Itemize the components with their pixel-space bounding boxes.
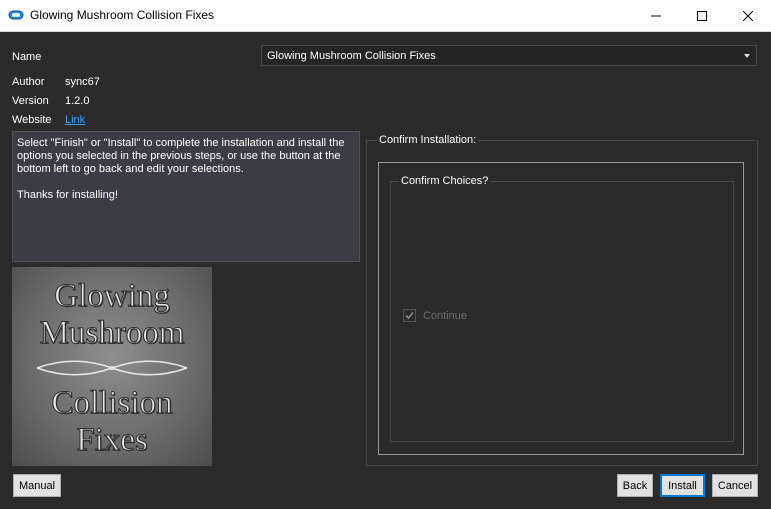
close-icon bbox=[743, 10, 753, 21]
mod-image: Glowing Mushroom Collision Fixes bbox=[12, 267, 212, 466]
image-text-fixes: Fixes bbox=[76, 422, 149, 458]
close-button[interactable] bbox=[725, 0, 771, 31]
image-text-mushroom: Mushroom bbox=[39, 315, 185, 351]
name-dropdown[interactable]: Glowing Mushroom Collision Fixes bbox=[261, 45, 757, 66]
window-title: Glowing Mushroom Collision Fixes bbox=[30, 8, 215, 22]
title-bar: Glowing Mushroom Collision Fixes bbox=[0, 0, 771, 32]
thanks-text: Thanks for installing! bbox=[17, 189, 118, 201]
version-label: Version bbox=[12, 95, 49, 107]
install-button[interactable]: Install bbox=[660, 474, 705, 497]
continue-checkbox[interactable] bbox=[403, 309, 416, 322]
minimize-icon bbox=[651, 15, 661, 16]
continue-label: Continue bbox=[423, 310, 468, 322]
name-label: Name bbox=[12, 51, 42, 63]
author-label: Author bbox=[12, 76, 45, 88]
confirm-choices-title: Confirm Choices? bbox=[399, 175, 491, 187]
author-value: sync67 bbox=[65, 76, 100, 88]
maximize-button[interactable] bbox=[679, 0, 725, 31]
ornament-divider bbox=[36, 360, 188, 376]
cancel-button[interactable]: Cancel bbox=[712, 474, 758, 497]
image-text-glowing: Glowing bbox=[54, 278, 171, 314]
confirm-installation-title: Confirm Installation: bbox=[377, 134, 479, 146]
description-text: Select "Finish" or "Install" to complete… bbox=[17, 137, 345, 175]
description-box: Select "Finish" or "Install" to complete… bbox=[12, 131, 360, 262]
chevron-down-icon bbox=[744, 54, 750, 58]
name-dropdown-value: Glowing Mushroom Collision Fixes bbox=[267, 50, 436, 62]
image-text-collision: Collision bbox=[51, 385, 173, 421]
maximize-icon bbox=[697, 10, 707, 21]
back-button[interactable]: Back bbox=[617, 474, 653, 497]
version-value: 1.2.0 bbox=[65, 95, 90, 107]
manual-button[interactable]: Manual bbox=[13, 474, 61, 497]
minimize-button[interactable] bbox=[633, 0, 679, 31]
app-icon bbox=[8, 8, 24, 22]
website-label: Website bbox=[12, 114, 52, 126]
website-link[interactable]: Link bbox=[65, 114, 85, 126]
checkmark-icon bbox=[405, 311, 414, 320]
